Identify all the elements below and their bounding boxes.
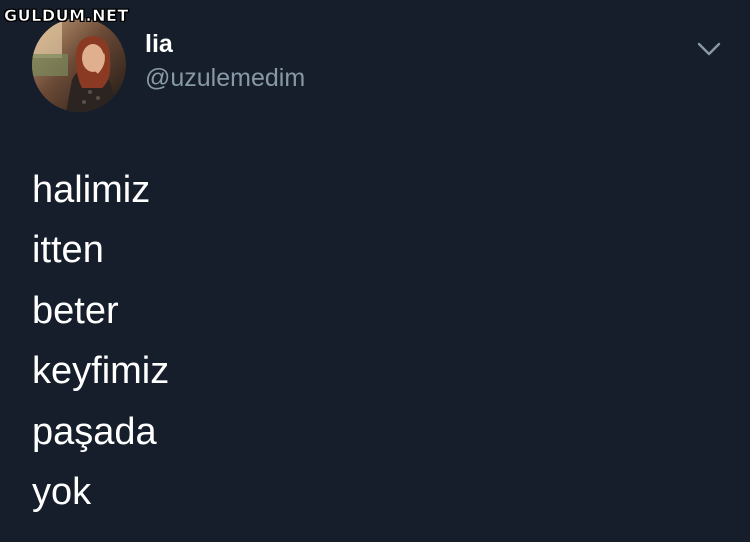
tweet-line: halimiz bbox=[32, 169, 151, 211]
user-handle[interactable]: @uzulemedim bbox=[145, 64, 305, 93]
tweet-text: halimiz itten beter keyfimiz paşada yok bbox=[32, 160, 169, 522]
display-name[interactable]: lia bbox=[145, 30, 173, 59]
tweet-line: paşada bbox=[32, 410, 157, 453]
watermark-logo: GULDUM.NET bbox=[4, 6, 129, 26]
tweet-line: itten bbox=[32, 229, 104, 272]
chevron-down-icon bbox=[697, 42, 721, 56]
tweet-line: beter bbox=[32, 289, 119, 332]
tweet-line: keyfimiz bbox=[32, 350, 170, 393]
avatar-photo bbox=[32, 18, 126, 112]
tweet-line: yok bbox=[32, 470, 92, 513]
avatar[interactable] bbox=[32, 18, 126, 112]
more-options-button[interactable] bbox=[692, 34, 726, 64]
